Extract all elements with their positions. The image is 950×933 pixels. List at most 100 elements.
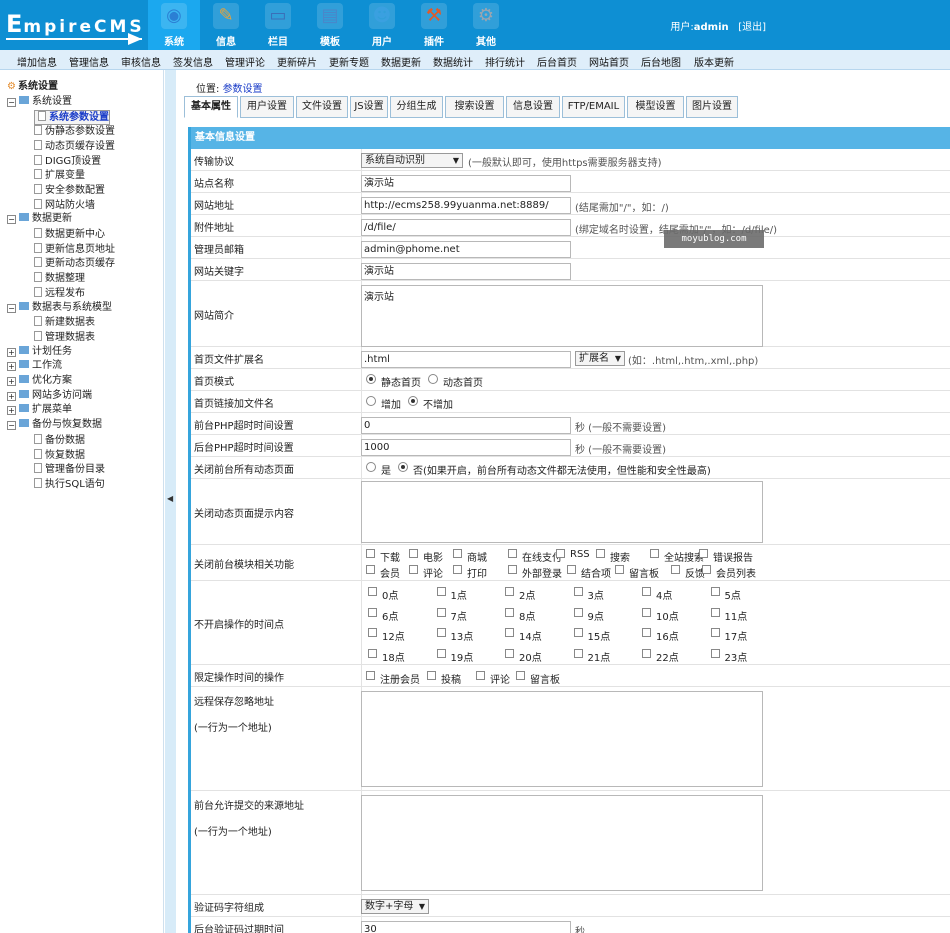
hour-16-checkbox[interactable]	[642, 628, 651, 638]
nav-user[interactable]: ☻ 用户	[356, 0, 408, 50]
attach-url-input[interactable]: /d/file/	[361, 219, 571, 236]
sidebar-folder[interactable]: + 工作流	[7, 360, 62, 372]
hour-15-checkbox[interactable]	[573, 628, 583, 638]
menu-item-11[interactable]: 网站首页	[589, 54, 629, 69]
menu-item-13[interactable]: 版本更新	[694, 54, 734, 69]
hour-1-checkbox[interactable]	[436, 587, 446, 596]
sidebar-item[interactable]: 更新动态页缓存	[34, 257, 115, 270]
module-0-checkbox[interactable]	[366, 549, 375, 558]
nav-window[interactable]: ▤ 模板	[304, 0, 356, 50]
tab-3[interactable]: JS设置	[350, 96, 388, 118]
module-b3-checkbox[interactable]	[508, 565, 517, 574]
menu-item-2[interactable]: 审核信息	[121, 54, 161, 69]
sidebar-folder[interactable]: ⚙ 系统设置	[7, 81, 58, 93]
menu-item-3[interactable]: 签发信息	[173, 54, 213, 69]
protocol-select[interactable]: 系统自动识别 ▼	[361, 153, 463, 168]
nav-folder[interactable]: ▭ 栏目	[252, 0, 304, 50]
expand-icon[interactable]: +	[7, 391, 16, 401]
module-1-checkbox[interactable]	[409, 549, 418, 558]
sidebar-item[interactable]: 恢复数据	[34, 448, 85, 462]
sidebar-item[interactable]: 系统参数设置	[34, 110, 110, 126]
limit-op-3-checkbox[interactable]	[516, 671, 525, 680]
tab-2[interactable]: 文件设置	[296, 96, 348, 118]
sidebar-item[interactable]: 备份数据	[34, 433, 85, 447]
captcha-timeout-input[interactable]: 30	[361, 921, 571, 933]
sidebar-item[interactable]: 新建数据表	[34, 316, 95, 329]
index-ext-input[interactable]: .html	[361, 351, 571, 368]
close-yes-radio[interactable]	[366, 462, 376, 472]
limit-op-1-checkbox[interactable]	[427, 671, 436, 680]
ext-select[interactable]: 扩展名 ▼	[575, 351, 625, 366]
module-7-checkbox[interactable]	[699, 549, 708, 558]
module-6-checkbox[interactable]	[650, 549, 659, 558]
captcha-select[interactable]: 数字+字母 ▼	[361, 899, 429, 914]
menu-item-6[interactable]: 更新专题	[329, 54, 369, 69]
hour-10-checkbox[interactable]	[642, 607, 651, 617]
hour-7-checkbox[interactable]	[436, 607, 446, 617]
sidebar-item[interactable]: 管理数据表	[34, 330, 95, 344]
sidebar-folder[interactable]: − 数据表与系统模型	[7, 301, 112, 314]
tab-1[interactable]: 用户设置	[240, 96, 294, 118]
sidebar-folder[interactable]: + 网站多访问端	[7, 389, 92, 402]
limit-op-0-checkbox[interactable]	[366, 671, 375, 680]
nav-globe[interactable]: ◉ 系统	[148, 0, 200, 50]
hour-13-checkbox[interactable]	[436, 628, 446, 638]
expand-icon[interactable]: +	[7, 377, 16, 386]
tab-4[interactable]: 分组生成	[390, 96, 443, 118]
hour-6-checkbox[interactable]	[368, 607, 377, 617]
module-b7-checkbox[interactable]	[702, 565, 711, 574]
hour-12-checkbox[interactable]	[368, 628, 377, 638]
menu-item-9[interactable]: 排行统计	[485, 54, 525, 69]
menu-item-10[interactable]: 后台首页	[537, 54, 577, 69]
sidebar-item[interactable]: 动态页缓存设置	[34, 139, 115, 153]
module-4-checkbox[interactable]	[556, 549, 565, 558]
sidebar-item[interactable]: DIGG顶设置	[34, 154, 101, 168]
tab-6[interactable]: 信息设置	[506, 96, 560, 118]
collapse-icon[interactable]: −	[7, 215, 16, 225]
module-b1-checkbox[interactable]	[409, 565, 418, 574]
site-name-input[interactable]: 演示站	[361, 175, 571, 192]
hour-17-checkbox[interactable]	[710, 628, 720, 638]
hour-14-checkbox[interactable]	[505, 628, 514, 638]
admin-email-input[interactable]: admin@phome.net	[361, 241, 571, 258]
remote-ignore-textarea[interactable]	[361, 691, 763, 787]
module-b6-checkbox[interactable]	[671, 565, 680, 574]
nav-tools[interactable]: ⚒ 插件	[408, 0, 460, 50]
add-filename-radio[interactable]	[366, 396, 376, 406]
menu-item-5[interactable]: 更新碎片	[277, 54, 317, 69]
menu-item-0[interactable]: 增加信息	[17, 54, 57, 69]
hour-20-checkbox[interactable]	[505, 649, 514, 659]
allowed-src-textarea[interactable]	[361, 795, 763, 891]
module-5-checkbox[interactable]	[596, 549, 605, 558]
sidebar-item[interactable]: 网站防火墙	[34, 198, 95, 212]
close-tip-textarea[interactable]	[361, 481, 763, 543]
collapse-arrow-icon[interactable]: ◀	[167, 494, 173, 503]
keywords-input[interactable]: 演示站	[361, 263, 571, 280]
breadcrumb-link[interactable]: 参数设置	[223, 84, 263, 95]
hour-23-checkbox[interactable]	[710, 649, 720, 659]
module-2-checkbox[interactable]	[453, 549, 462, 558]
collapse-icon[interactable]: −	[7, 421, 16, 431]
hour-2-checkbox[interactable]	[505, 587, 514, 596]
intro-textarea[interactable]: 演示站	[361, 285, 763, 347]
sidebar-folder[interactable]: + 计划任务	[7, 345, 72, 358]
sidebar-item[interactable]: 伪静态参数设置	[34, 125, 115, 138]
limit-op-2-checkbox[interactable]	[476, 671, 485, 680]
sidebar-folder[interactable]: − 备份与恢复数据	[7, 419, 102, 431]
static-index-radio[interactable]	[366, 374, 376, 384]
collapse-icon[interactable]: −	[7, 303, 16, 313]
tab-0[interactable]: 基本属性	[184, 96, 238, 118]
sidebar-item[interactable]: 数据整理	[34, 272, 85, 285]
module-3-checkbox[interactable]	[508, 549, 517, 558]
module-b0-checkbox[interactable]	[366, 565, 375, 574]
sidebar-item[interactable]: 远程发布	[34, 286, 85, 300]
sidebar-folder[interactable]: + 扩展菜单	[7, 404, 72, 416]
menu-item-8[interactable]: 数据统计	[433, 54, 473, 69]
sidebar-item[interactable]: 扩展变量	[34, 169, 85, 182]
collapse-icon[interactable]: −	[7, 97, 16, 107]
hour-0-checkbox[interactable]	[368, 587, 377, 596]
nav-gear[interactable]: ⚙ 其他	[460, 0, 512, 50]
tab-7[interactable]: FTP/EMAIL	[562, 96, 625, 118]
sidebar-splitter[interactable]: ◀	[165, 70, 176, 933]
hour-19-checkbox[interactable]	[436, 649, 446, 659]
